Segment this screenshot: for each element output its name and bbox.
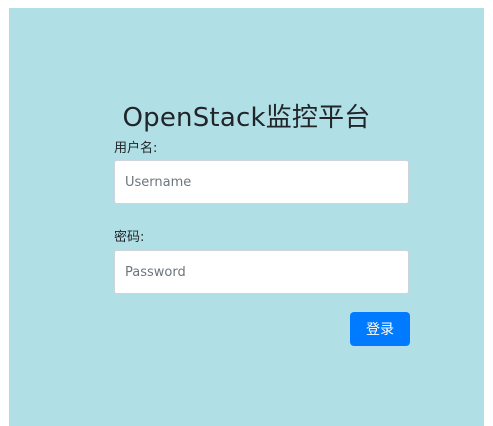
login-button[interactable]: 登录 [350,312,410,346]
page-title: OpenStack监控平台 [122,103,371,133]
login-panel: OpenStack监控平台 用户名: 密码: 登录 [9,8,484,426]
password-input[interactable] [114,250,409,294]
username-label: 用户名: [114,141,158,156]
password-label: 密码: [114,230,145,245]
username-input[interactable] [114,160,409,204]
